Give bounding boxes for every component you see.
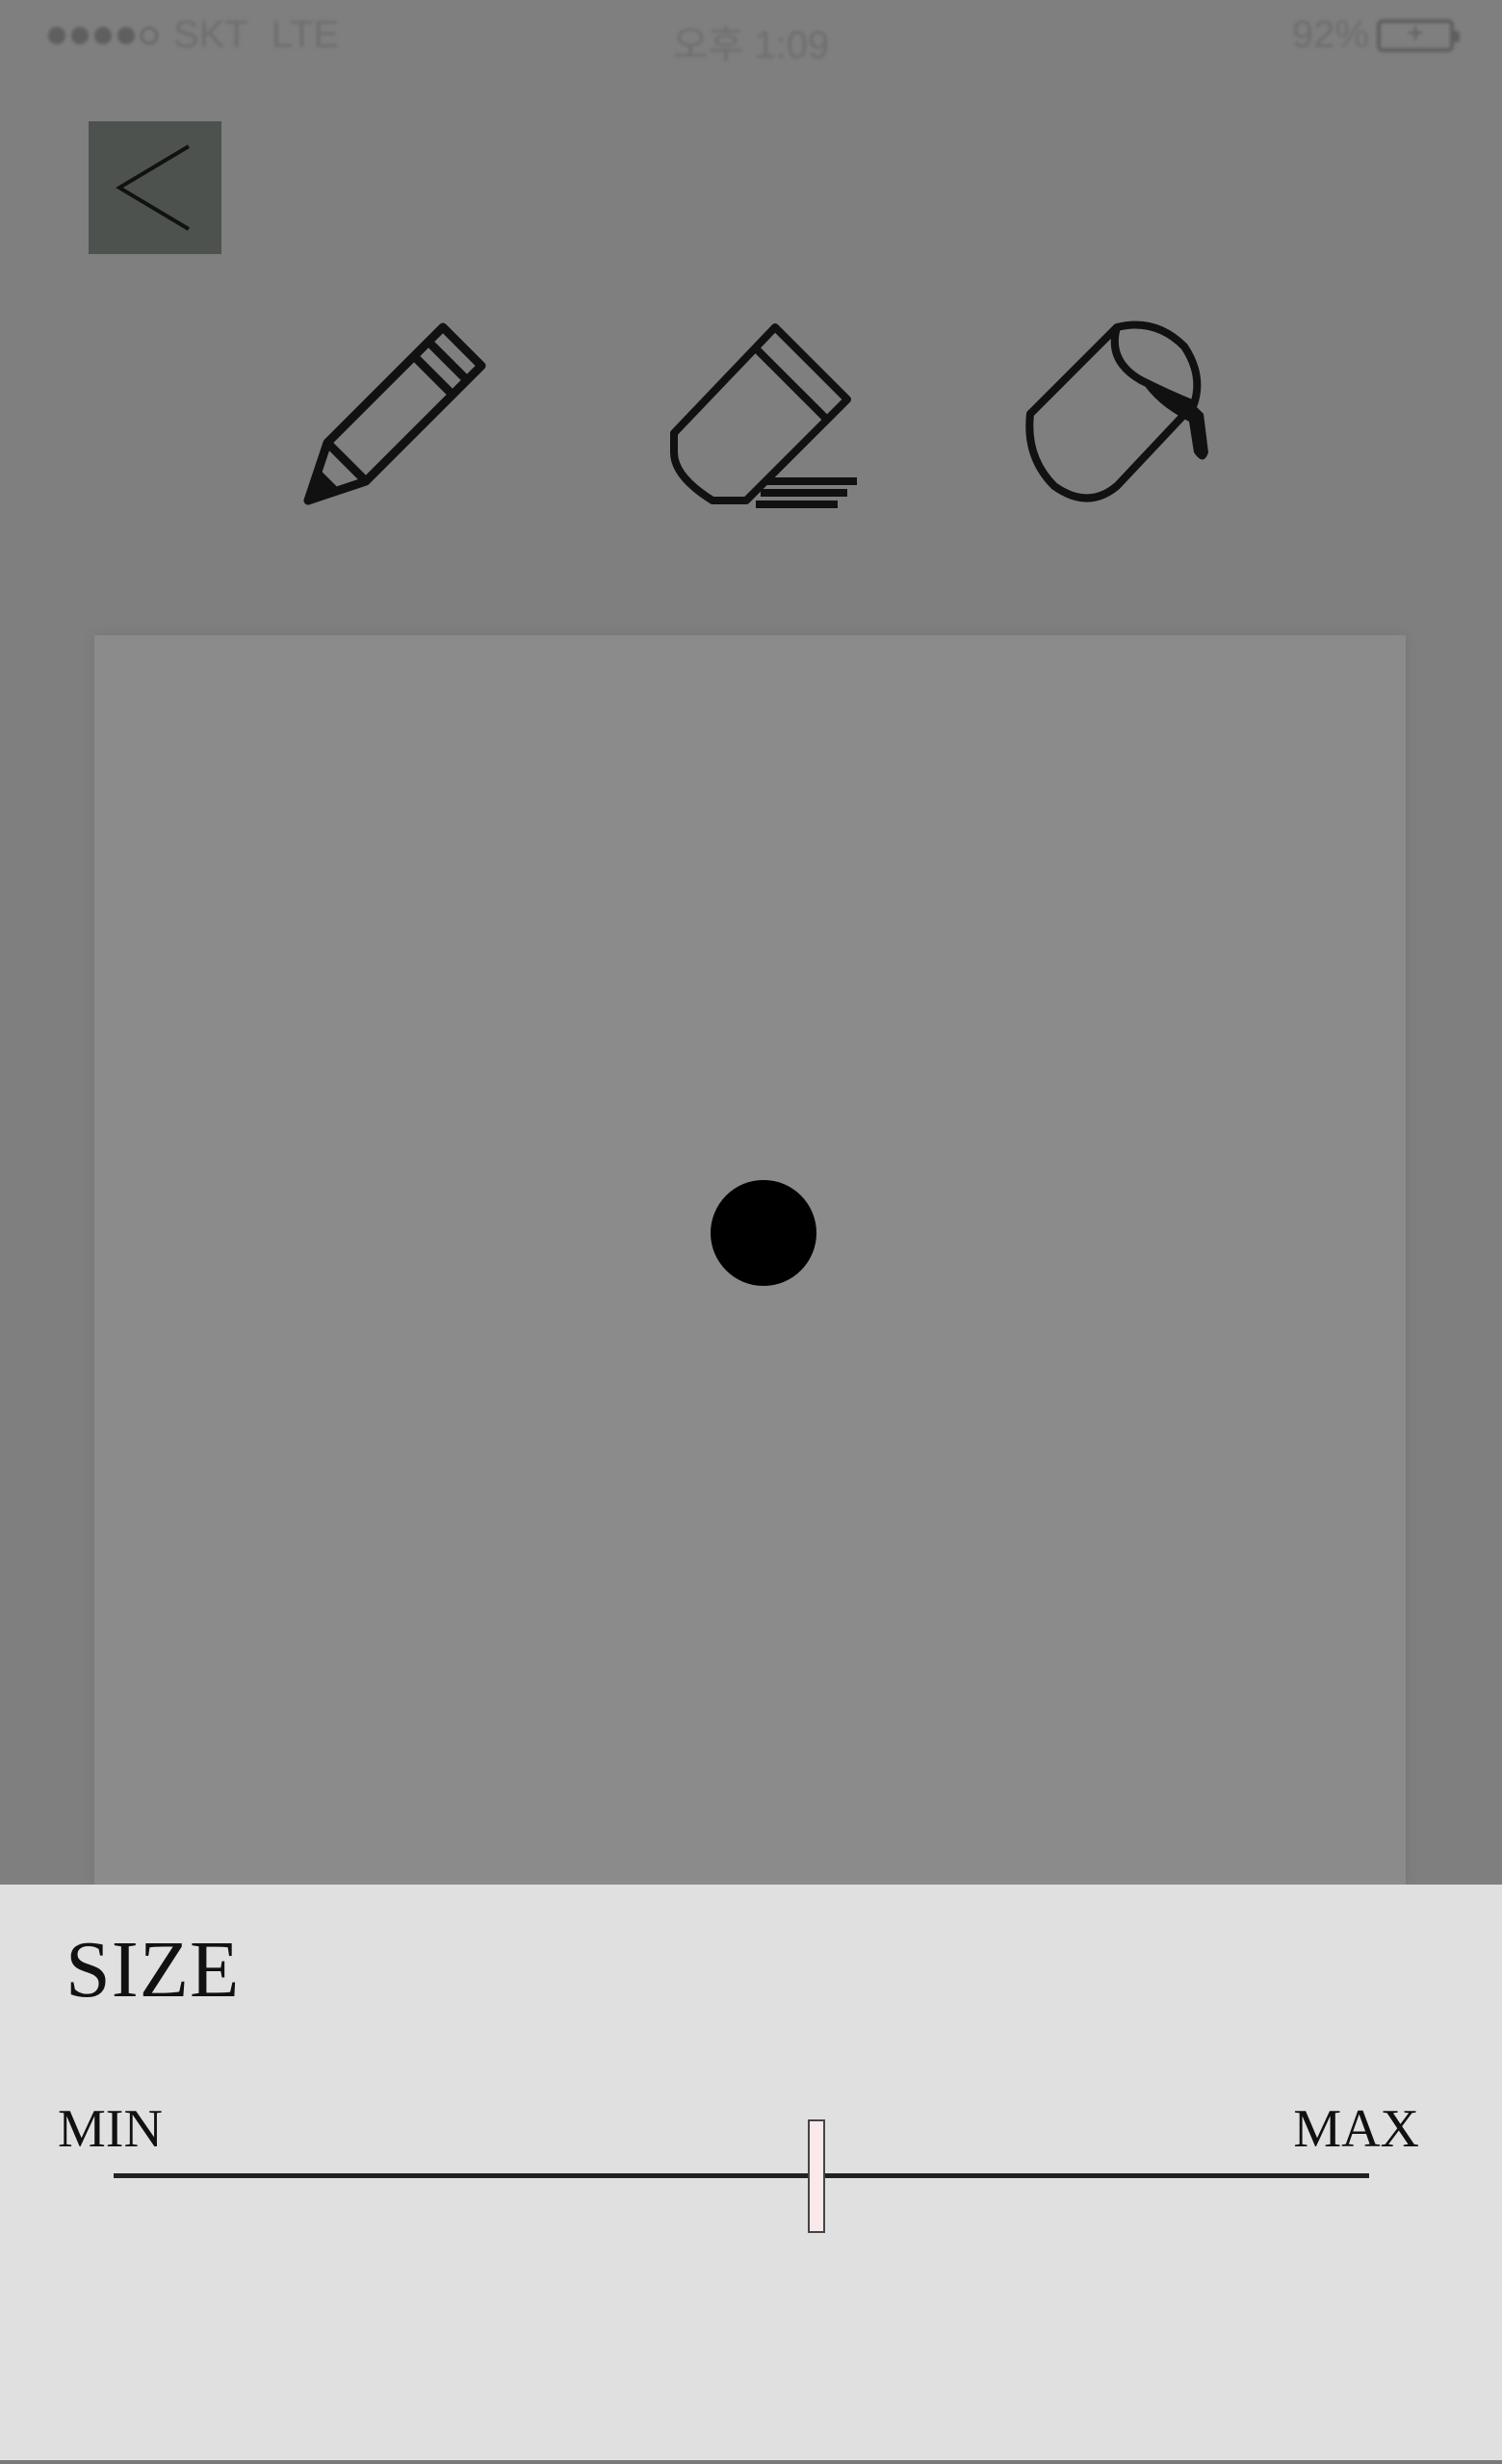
status-right: 92% +: [1291, 13, 1460, 57]
slider-min-label: MIN: [58, 2099, 163, 2159]
battery-percent: 92%: [1291, 13, 1369, 56]
status-bar: SKT LTE 오후 1:09 92% +: [0, 0, 1502, 77]
size-panel: SIZE MIN MAX: [0, 1885, 1502, 2464]
paint-bucket-icon: [1025, 321, 1208, 502]
tool-bar: [0, 308, 1502, 520]
pencil-tool-button[interactable]: [289, 308, 501, 520]
size-slider-track[interactable]: [114, 2173, 1369, 2178]
eraser-tool-button[interactable]: [655, 308, 867, 520]
size-panel-title: SIZE: [65, 1925, 241, 2015]
brush-size-preview: [711, 1180, 816, 1286]
slider-max-label: MAX: [1293, 2099, 1419, 2159]
size-slider-thumb[interactable]: [808, 2119, 826, 2233]
panel-bottom-divider: [0, 2460, 1502, 2464]
back-button[interactable]: [89, 121, 221, 254]
fill-tool-button[interactable]: [1011, 308, 1223, 520]
status-time: 오후 1:09: [672, 24, 830, 66]
pencil-icon: [303, 322, 486, 505]
chevron-left-icon: [116, 144, 191, 231]
battery-charging-icon: +: [1377, 17, 1460, 52]
eraser-icon: [670, 323, 857, 508]
